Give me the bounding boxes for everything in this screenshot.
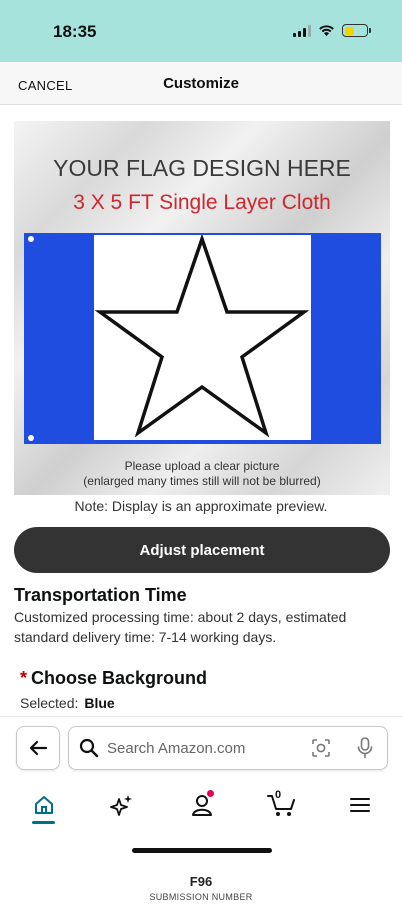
selected-label: Selected: bbox=[20, 695, 79, 711]
nav-sparkle[interactable] bbox=[102, 787, 142, 823]
home-active-indicator bbox=[32, 821, 55, 824]
microphone-icon[interactable] bbox=[357, 737, 373, 759]
camera-scan-icon[interactable] bbox=[311, 738, 331, 758]
customize-header: CANCEL Customize bbox=[0, 62, 402, 105]
submission-number: F96 bbox=[189, 874, 213, 889]
search-icon bbox=[79, 738, 99, 758]
search-placeholder: Search Amazon.com bbox=[107, 740, 246, 757]
page-title: Customize bbox=[163, 75, 239, 92]
home-indicator bbox=[132, 848, 272, 853]
bottom-panel: Search Amazon.com 0 F96 SUBMISSION NUMBE… bbox=[0, 716, 402, 904]
flag-image bbox=[24, 233, 381, 444]
grommet-bottom bbox=[28, 435, 34, 441]
wifi-icon bbox=[319, 25, 334, 36]
background-title: * Choose Background bbox=[20, 668, 207, 689]
search-input[interactable]: Search Amazon.com bbox=[68, 726, 388, 770]
grommet-top bbox=[28, 236, 34, 242]
cellular-signal-icon bbox=[293, 24, 311, 37]
cart-icon bbox=[267, 795, 295, 816]
notification-dot bbox=[207, 790, 214, 797]
nav-home[interactable] bbox=[24, 787, 64, 823]
required-mark: * bbox=[20, 668, 28, 688]
background-selected: Selected: Blue bbox=[20, 695, 115, 711]
status-time: 18:35 bbox=[53, 22, 97, 41]
display-note: Note: Display is an approximate preview. bbox=[74, 498, 328, 514]
preview-note-line1: Please upload a clear picture bbox=[124, 459, 280, 473]
flag-preview: YOUR FLAG DESIGN HERE 3 X 5 FT Single La… bbox=[14, 121, 390, 495]
battery-icon bbox=[342, 24, 371, 37]
nav-cart[interactable]: 0 bbox=[262, 787, 302, 823]
preview-subheadline: 3 X 5 FT Single Layer Cloth bbox=[73, 191, 331, 214]
preview-headline: YOUR FLAG DESIGN HERE bbox=[53, 155, 351, 181]
submission-label: SUBMISSION NUMBER bbox=[149, 892, 253, 902]
status-icons bbox=[293, 24, 371, 37]
background-title-text: Choose Background bbox=[31, 668, 208, 688]
flag-center-panel bbox=[94, 233, 311, 440]
back-arrow-icon bbox=[29, 740, 48, 756]
nav-account[interactable] bbox=[182, 787, 222, 823]
menu-icon bbox=[350, 798, 370, 812]
transportation-title: Transportation Time bbox=[14, 585, 187, 605]
cart-count: 0 bbox=[275, 789, 282, 801]
transportation-body: Customized processing time: about 2 days… bbox=[14, 609, 347, 645]
nav-menu[interactable] bbox=[340, 787, 380, 823]
preview-note-line2: (enlarged many times still will not be b… bbox=[83, 474, 321, 488]
bottom-nav: 0 bbox=[0, 787, 402, 827]
adjust-placement-button[interactable]: Adjust placement bbox=[14, 527, 390, 573]
home-icon bbox=[35, 796, 53, 814]
sparkle-icon bbox=[110, 795, 132, 816]
selected-value: Blue bbox=[84, 695, 115, 711]
status-bar: 18:35 bbox=[0, 0, 402, 62]
back-button[interactable] bbox=[16, 726, 60, 770]
star-icon bbox=[94, 233, 310, 438]
